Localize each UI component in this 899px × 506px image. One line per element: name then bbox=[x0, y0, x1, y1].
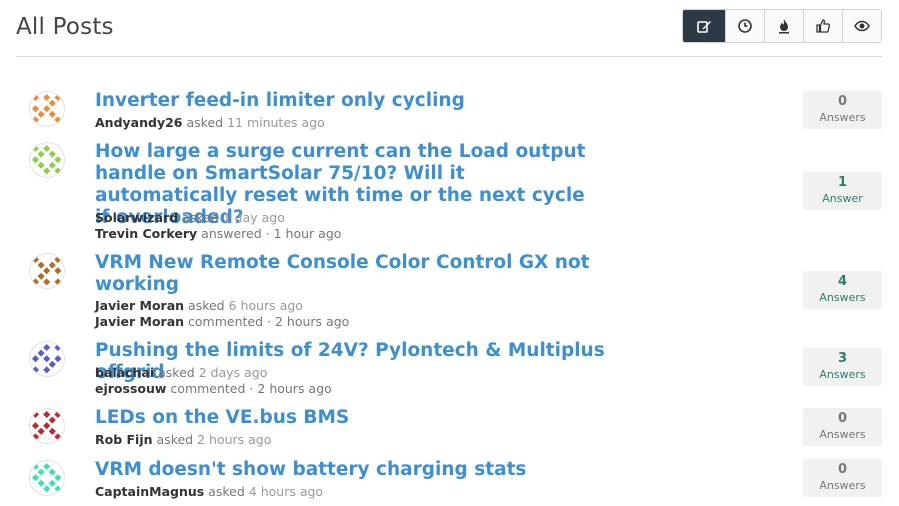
activity-user-link[interactable]: Javier Moran bbox=[95, 314, 184, 329]
post-meta: Solarwizard asked 1 day ago bbox=[95, 210, 285, 226]
avatar[interactable] bbox=[29, 142, 65, 178]
answer-count: 0 bbox=[837, 462, 848, 477]
answer-count-label: Answers bbox=[819, 368, 866, 381]
avatar[interactable] bbox=[29, 460, 65, 496]
flame-icon bbox=[779, 19, 789, 34]
identicon-avatar-icon bbox=[31, 410, 62, 441]
answer-count-label: Answer bbox=[822, 192, 863, 205]
thumbs-up-icon bbox=[816, 19, 830, 33]
clock-icon bbox=[738, 19, 752, 33]
avatar[interactable] bbox=[29, 408, 65, 444]
asked-verb: asked bbox=[182, 210, 219, 225]
post-activity: Javier Moran commented · 2 hours ago bbox=[95, 314, 349, 330]
sort-views-button[interactable] bbox=[842, 10, 881, 42]
answer-count-badge: 3 Answers bbox=[803, 348, 882, 386]
answer-count: 4 bbox=[837, 274, 848, 289]
asked-time: 6 hours ago bbox=[228, 298, 303, 313]
identicon-avatar-icon bbox=[31, 462, 62, 493]
asker-link[interactable]: Solarwizard bbox=[95, 210, 178, 225]
identicon-avatar-icon bbox=[31, 144, 62, 175]
answer-count-badge: 0 Answers bbox=[803, 459, 882, 497]
asked-verb: asked bbox=[156, 432, 194, 447]
post-meta: Rob Fijn asked 2 hours ago bbox=[95, 432, 271, 448]
post-title-link[interactable]: LEDs on the VE.bus BMS bbox=[95, 407, 605, 429]
post-title-link[interactable]: Inverter feed-in limiter only cycling bbox=[95, 90, 605, 112]
post-meta: Andyandy26 asked 11 minutes ago bbox=[95, 115, 325, 131]
asked-verb: asked bbox=[186, 115, 224, 130]
sort-votes-button[interactable] bbox=[803, 10, 842, 42]
activity-user-link[interactable]: ejrossouw bbox=[95, 381, 166, 396]
page-title: All Posts bbox=[16, 14, 114, 40]
post-meta: CaptainMagnus asked 4 hours ago bbox=[95, 484, 323, 500]
asked-time: 2 hours ago bbox=[197, 432, 272, 447]
sort-recent-activity-button[interactable] bbox=[725, 10, 764, 42]
post-title-link[interactable]: VRM New Remote Console Color Control GX … bbox=[95, 252, 605, 296]
activity-time: 1 hour ago bbox=[273, 226, 342, 241]
answer-count-badge: 1 Answer bbox=[803, 172, 882, 210]
asked-verb: asked bbox=[208, 484, 245, 499]
answer-count: 1 bbox=[837, 175, 848, 190]
answer-count-label: Answers bbox=[819, 479, 866, 492]
activity-separator: · bbox=[265, 226, 270, 241]
asker-link[interactable]: Andyandy26 bbox=[95, 115, 183, 130]
answer-count: 3 bbox=[837, 351, 848, 366]
sort-newest-button[interactable] bbox=[683, 10, 725, 42]
post-meta: Javier Moran asked 6 hours ago bbox=[95, 298, 303, 314]
post-activity: ejrossouw commented · 2 hours ago bbox=[95, 381, 332, 397]
activity-verb: commented bbox=[170, 381, 246, 396]
asked-time: 11 minutes ago bbox=[227, 115, 325, 130]
answer-count-label: Answers bbox=[819, 111, 866, 124]
avatar[interactable] bbox=[29, 341, 65, 377]
asker-link[interactable]: Rob Fijn bbox=[95, 432, 153, 447]
post-title-link[interactable]: VRM doesn't show battery charging stats bbox=[95, 459, 605, 481]
eye-icon bbox=[854, 20, 870, 32]
activity-user-link[interactable]: Trevin Corkery bbox=[95, 226, 197, 241]
activity-separator: · bbox=[267, 314, 272, 329]
edit-icon bbox=[697, 21, 711, 33]
activity-verb: commented bbox=[188, 314, 264, 329]
post-activity: Trevin Corkery answered · 1 hour ago bbox=[95, 226, 341, 242]
answer-count: 0 bbox=[837, 94, 848, 109]
page-header: All Posts bbox=[16, 9, 882, 57]
answer-count-badge: 4 Answers bbox=[803, 271, 882, 309]
asker-link[interactable]: CaptainMagnus bbox=[95, 484, 204, 499]
answer-count-label: Answers bbox=[819, 428, 866, 441]
sort-hot-button[interactable] bbox=[764, 10, 803, 42]
avatar[interactable] bbox=[29, 253, 65, 289]
asked-time: 1 day ago bbox=[222, 210, 285, 225]
identicon-avatar-icon bbox=[31, 93, 62, 124]
identicon-avatar-icon bbox=[31, 343, 62, 374]
sort-toolbar bbox=[682, 9, 882, 43]
answer-count-label: Answers bbox=[819, 291, 866, 304]
avatar[interactable] bbox=[29, 91, 65, 127]
answer-count: 0 bbox=[837, 411, 848, 426]
answer-count-badge: 0 Answers bbox=[803, 408, 882, 446]
asked-time: 4 hours ago bbox=[248, 484, 324, 499]
asked-verb: asked bbox=[158, 365, 195, 380]
asker-link[interactable]: balachai bbox=[95, 365, 154, 380]
activity-verb: answered bbox=[201, 226, 262, 241]
asker-link[interactable]: Javier Moran bbox=[95, 298, 184, 313]
activity-time: 2 hours ago bbox=[257, 381, 332, 396]
asked-time: 2 days ago bbox=[198, 365, 268, 380]
activity-separator: · bbox=[249, 381, 254, 396]
activity-time: 2 hours ago bbox=[275, 314, 350, 329]
answer-count-badge: 0 Answers bbox=[803, 91, 882, 129]
post-meta: balachai asked 2 days ago bbox=[95, 365, 267, 381]
asked-verb: asked bbox=[188, 298, 225, 313]
identicon-avatar-icon bbox=[31, 255, 62, 286]
